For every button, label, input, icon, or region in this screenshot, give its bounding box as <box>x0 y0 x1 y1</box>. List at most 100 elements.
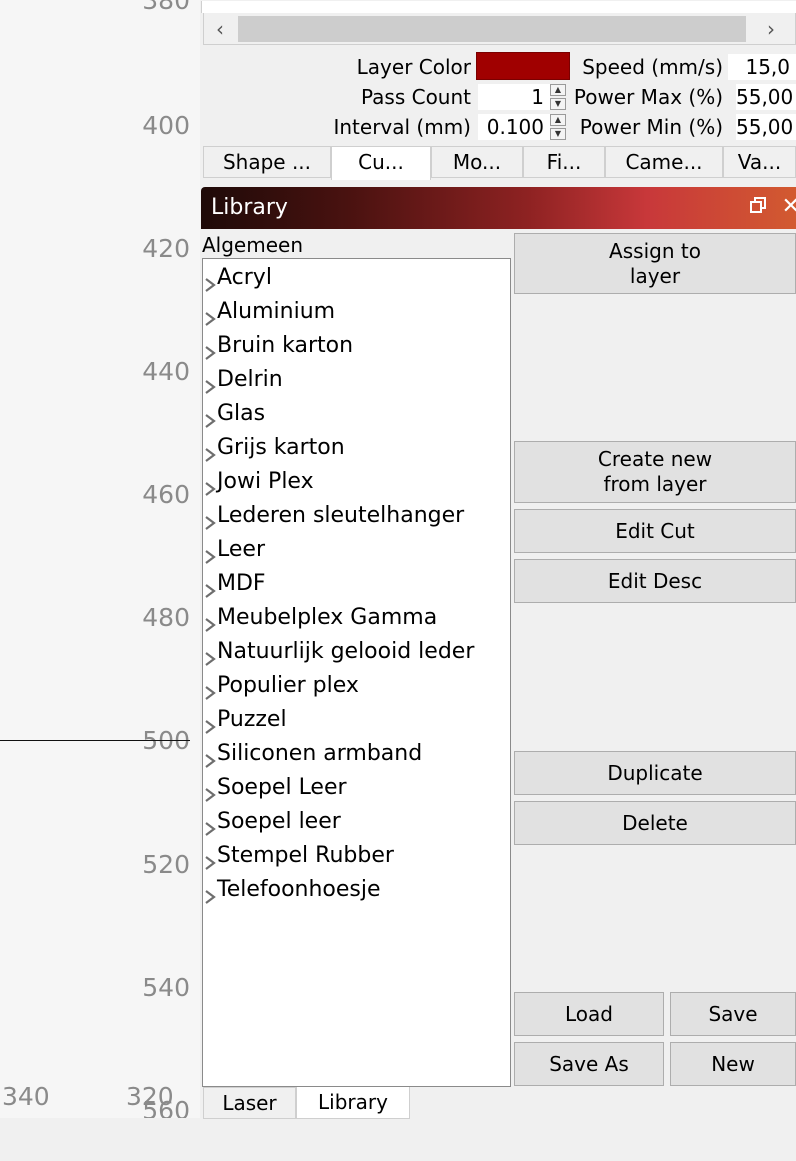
chevron-right-icon[interactable] <box>203 678 217 700</box>
save-button[interactable]: Save <box>670 992 796 1036</box>
float-panel-icon[interactable] <box>750 197 768 215</box>
material-list-item[interactable]: Puzzel <box>203 703 503 737</box>
material-list-item[interactable]: Jowi Plex <box>203 465 503 499</box>
material-list-item[interactable]: Soepel leer <box>203 805 503 839</box>
material-label: Populier plex <box>217 673 359 698</box>
delete-button[interactable]: Delete <box>514 801 796 845</box>
bottom-tab-bar: Laser Library <box>203 1087 613 1119</box>
library-panel-header[interactable]: Library ✕ <box>201 187 796 229</box>
chevron-right-icon[interactable] <box>203 474 217 496</box>
tab-library[interactable]: Library <box>296 1087 410 1119</box>
chevron-right-icon[interactable] <box>203 304 217 326</box>
speed-field[interactable]: 15,0 <box>728 54 796 80</box>
tab-laser[interactable]: Laser <box>203 1087 296 1119</box>
material-label: Jowi Plex <box>217 469 314 494</box>
material-list-item[interactable]: Meubelplex Gamma <box>203 601 503 635</box>
chevron-right-icon[interactable] <box>203 814 217 836</box>
material-list-item[interactable]: Glas <box>203 397 503 431</box>
new-button[interactable]: New <box>670 1042 796 1086</box>
bottom-ruler-label: 320 <box>126 1082 174 1111</box>
material-label: Grijs karton <box>217 435 345 460</box>
create-from-layer-button[interactable]: Create new from layer <box>514 441 796 503</box>
material-label: Puzzel <box>217 707 287 732</box>
interval-label: Interval (mm) <box>333 115 471 139</box>
ruler-label: 460 <box>142 480 190 509</box>
chevron-right-icon[interactable] <box>203 780 217 802</box>
chevron-right-icon[interactable] <box>203 372 217 394</box>
material-label: Natuurlijk gelooid leder <box>217 639 475 664</box>
load-button[interactable]: Load <box>514 992 664 1036</box>
chevron-right-icon[interactable] <box>203 338 217 360</box>
ruler-label: 480 <box>142 603 190 632</box>
material-list-item[interactable]: Aluminium <box>203 295 503 329</box>
close-panel-icon[interactable]: ✕ <box>782 194 796 219</box>
assign-to-layer-button[interactable]: Assign to layer <box>514 233 796 294</box>
material-list-item[interactable]: Telefoonhoesje <box>203 873 503 907</box>
scroll-right-icon[interactable]: › <box>757 15 785 43</box>
material-list-item[interactable]: Natuurlijk gelooid leder <box>203 635 503 669</box>
tab-files[interactable]: Fi... <box>523 146 605 178</box>
material-list-item[interactable]: Leer <box>203 533 503 567</box>
material-list-item[interactable]: Siliconen armband <box>203 737 503 771</box>
material-list-item[interactable]: Bruin karton <box>203 329 503 363</box>
interval-stepper[interactable]: ▲ ▼ <box>550 114 566 140</box>
horizontal-scrollbar[interactable]: ‹ › <box>201 1 796 45</box>
canvas-area[interactable]: 380 400 420 440 460 480 500 520 540 560 … <box>0 0 200 1118</box>
material-label: Siliconen armband <box>217 741 423 766</box>
material-label: Lederen sleutelhanger <box>217 503 465 528</box>
layer-color-swatch[interactable] <box>476 52 570 80</box>
material-list-item[interactable]: Lederen sleutelhanger <box>203 499 503 533</box>
scrollbar-thumb[interactable] <box>238 16 746 42</box>
pass-count-stepper[interactable]: ▲ ▼ <box>550 84 566 110</box>
tab-variables[interactable]: Va... <box>723 146 796 178</box>
list-area-above <box>201 1 796 13</box>
scroll-left-icon[interactable]: ‹ <box>206 15 234 43</box>
chevron-right-icon[interactable] <box>203 610 217 632</box>
ruler-label: 520 <box>142 850 190 879</box>
pass-count-field[interactable]: 1 <box>478 84 550 110</box>
material-list-item[interactable]: Delrin <box>203 363 503 397</box>
material-list-item[interactable]: Populier plex <box>203 669 503 703</box>
save-as-button[interactable]: Save As <box>514 1042 664 1086</box>
chevron-right-icon[interactable] <box>203 882 217 904</box>
chevron-right-icon[interactable] <box>203 712 217 734</box>
tab-camera[interactable]: Came... <box>605 146 723 178</box>
layer-color-label: Layer Color <box>356 55 471 79</box>
chevron-right-icon[interactable] <box>203 848 217 870</box>
material-list-item[interactable]: Stempel Rubber <box>203 839 503 873</box>
material-list-item[interactable]: Soepel Leer <box>203 771 503 805</box>
material-list-item[interactable]: Grijs karton <box>203 431 503 465</box>
pass-count-label: Pass Count <box>360 85 471 109</box>
chevron-right-icon[interactable] <box>203 644 217 666</box>
tab-shape[interactable]: Shape ... <box>203 146 331 178</box>
power-min-field[interactable]: 55,00 <box>736 114 796 140</box>
material-tree[interactable]: Acryl Aluminium Bruin karton Delrin Glas Grij… <box>202 258 511 1087</box>
material-list-item[interactable]: Acryl <box>203 261 503 295</box>
material-label: Aluminium <box>217 299 336 324</box>
material-label: Delrin <box>217 367 283 392</box>
chevron-right-icon[interactable] <box>203 746 217 768</box>
power-max-field[interactable]: 55,00 <box>736 84 796 110</box>
ruler-label: 400 <box>142 111 190 140</box>
chevron-right-icon[interactable] <box>203 270 217 292</box>
material-label: Stempel Rubber <box>217 843 394 868</box>
material-label: Telefoonhoesje <box>217 877 381 902</box>
chevron-right-icon[interactable] <box>203 406 217 428</box>
tab-cuts[interactable]: Cu... <box>331 146 431 180</box>
canvas-guide-line <box>0 740 190 741</box>
ruler-label: 440 <box>142 357 190 386</box>
chevron-right-icon[interactable] <box>203 542 217 564</box>
chevron-right-icon[interactable] <box>203 576 217 598</box>
power-max-label: Power Max (%) <box>573 85 723 109</box>
chevron-right-icon[interactable] <box>203 508 217 530</box>
duplicate-button[interactable]: Duplicate <box>514 751 796 795</box>
material-list-item[interactable]: MDF <box>203 567 503 601</box>
layer-properties: Layer Color Speed (mm/s) 15,0 Pass Count… <box>203 50 796 146</box>
power-min-label: Power Min (%) <box>579 115 723 139</box>
right-dock: ‹ › Layer Color Speed (mm/s) 15,0 Pass C… <box>200 0 796 1119</box>
chevron-right-icon[interactable] <box>203 440 217 462</box>
edit-desc-button[interactable]: Edit Desc <box>514 559 796 603</box>
edit-cut-button[interactable]: Edit Cut <box>514 509 796 553</box>
tab-move[interactable]: Mo... <box>431 146 523 178</box>
interval-field[interactable]: 0.100 <box>478 114 550 140</box>
